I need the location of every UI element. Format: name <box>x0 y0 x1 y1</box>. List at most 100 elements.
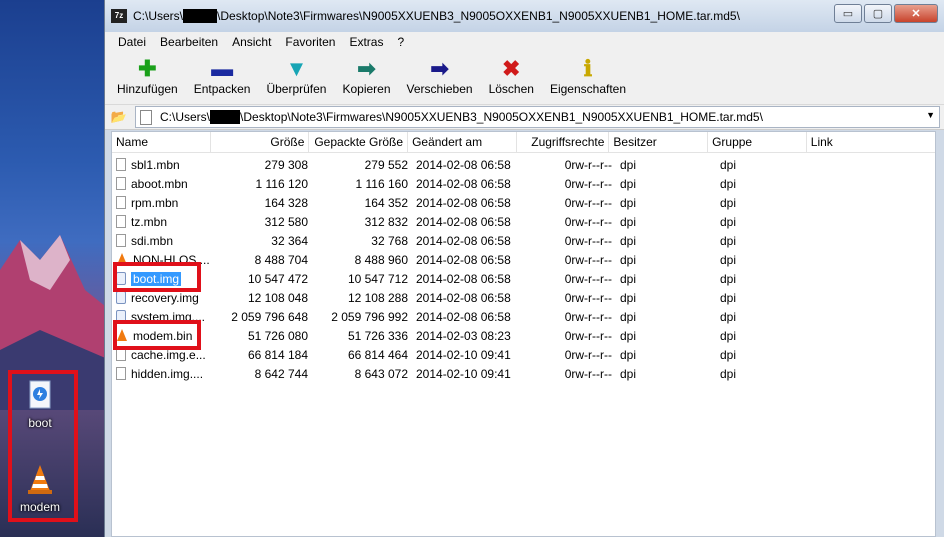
title-suffix: \Desktop\Note3\Firmwares\N9005XXUENB3_N9… <box>217 8 740 23</box>
column-attributes[interactable]: Zugriffsrechte <box>517 132 610 152</box>
file-size: 1 116 120 <box>255 176 309 191</box>
file-name: hidden.img.... <box>112 367 212 381</box>
delete-button[interactable]: ✖ Löschen <box>481 52 542 96</box>
file-name-text: hidden.img.... <box>131 366 204 381</box>
file-packed-size: 10 547 712 <box>347 271 408 286</box>
desktop-icon-boot[interactable]: boot <box>10 378 70 430</box>
file-attributes: 0rw-r--r-- <box>564 366 612 381</box>
file-rows: sbl1.mbn 279 308 279 552 2014-02-08 06:58 0r… <box>112 153 935 383</box>
move-button[interactable]: ➡ Verschieben <box>399 52 481 96</box>
table-row[interactable]: NON-HLOS.... 8 488 704 8 488 960 2014-02-08… <box>112 250 935 269</box>
7zip-window: 7z C:\Users\ \Desktop\Note3\Firmwares\N90… <box>104 0 944 537</box>
properties-button[interactable]: ℹ Eigenschaften <box>542 52 634 96</box>
minimize-button[interactable]: ▭ <box>834 4 862 23</box>
file-name-text: cache.img.e... <box>131 347 206 362</box>
file-packed-size: 51 726 336 <box>347 328 408 343</box>
file-packed-size: 279 552 <box>364 157 408 172</box>
redacted-username <box>210 110 241 124</box>
table-row[interactable]: sdi.mbn 32 364 32 768 2014-02-08 06:58 0rw-r… <box>112 231 935 250</box>
menu-extras[interactable]: Extras <box>342 35 390 49</box>
column-group[interactable]: Gruppe <box>708 132 807 152</box>
file-group: dpi <box>720 252 737 267</box>
file-owner: dpi <box>620 195 637 210</box>
file-packed-size: 1 116 160 <box>355 176 409 191</box>
column-size[interactable]: Größe <box>211 132 310 152</box>
maximize-button[interactable]: ▢ <box>864 4 892 23</box>
file-name-text: modem.bin <box>133 328 193 343</box>
add-button[interactable]: ✚ Hinzufügen <box>109 52 186 96</box>
table-row[interactable]: tz.mbn 312 580 312 832 2014-02-08 06:58 0rw-… <box>112 212 935 231</box>
file-size: 2 059 796 648 <box>231 309 308 324</box>
move-label: Verschieben <box>406 82 473 96</box>
extract-button[interactable]: ▬ Entpacken <box>186 52 259 96</box>
table-row[interactable]: aboot.mbn 1 116 120 1 116 160 2014-02-08 06… <box>112 174 935 193</box>
file-modified: 2014-02-08 06:58 <box>416 233 511 248</box>
table-row[interactable]: cache.img.e... 66 814 184 66 814 464 2014-0… <box>112 345 935 364</box>
file-modified: 2014-02-08 06:58 <box>416 290 511 305</box>
menu-ansicht[interactable]: Ansicht <box>225 35 278 49</box>
file-icon <box>140 109 152 125</box>
chevron-down-icon[interactable]: ▼ <box>926 110 935 120</box>
table-row[interactable]: modem.bin 51 726 080 51 726 336 2014-02-03 … <box>112 326 935 345</box>
move-arrow-icon: ➡ <box>430 56 449 81</box>
image-file-icon <box>116 310 126 323</box>
file-packed-size: 2 059 796 992 <box>331 309 408 324</box>
column-name[interactable]: Name <box>112 132 211 152</box>
file-size: 12 108 048 <box>247 290 308 305</box>
file-packed-size: 32 768 <box>371 233 408 248</box>
file-attributes: 0rw-r--r-- <box>564 214 612 229</box>
minus-icon: ▬ <box>211 56 234 81</box>
desktop-icon-modem[interactable]: modem <box>10 462 70 514</box>
file-name: cache.img.e... <box>112 348 212 362</box>
file-name: boot.img <box>112 271 212 286</box>
folder-up-icon[interactable]: 📂 <box>109 108 129 126</box>
copy-button[interactable]: ➡ Kopieren <box>334 52 398 96</box>
copy-label: Kopieren <box>342 82 391 96</box>
extract-label: Entpacken <box>193 82 251 96</box>
column-modified[interactable]: Geändert am <box>408 132 517 152</box>
file-name-text: sdi.mbn <box>131 233 174 248</box>
test-label: Überprüfen <box>266 82 327 96</box>
file-icon <box>116 158 126 171</box>
table-row[interactable]: rpm.mbn 164 328 164 352 2014-02-08 06:58 0rw… <box>112 193 935 212</box>
file-size: 312 580 <box>264 214 308 229</box>
address-suffix: \Desktop\Note3\Firmwares\N9005XXUENB3_N9… <box>240 110 763 124</box>
title-bar[interactable]: 7z C:\Users\ \Desktop\Note3\Firmwares\N90… <box>105 0 944 32</box>
file-size: 10 547 472 <box>247 271 308 286</box>
close-button[interactable]: ✕ <box>894 4 938 23</box>
vlc-cone-icon <box>23 462 57 496</box>
file-owner: dpi <box>620 366 637 381</box>
table-row[interactable]: system.img.... 2 059 796 648 2 059 796 992… <box>112 307 935 326</box>
menu-bearbeiten[interactable]: Bearbeiten <box>153 35 225 49</box>
file-size: 8 642 744 <box>254 366 308 381</box>
test-button[interactable]: ▼ Überprüfen <box>258 52 334 96</box>
table-row[interactable]: boot.img 10 547 472 10 547 712 2014-02-08 0… <box>112 269 935 288</box>
file-attributes: 0rw-r--r-- <box>564 252 612 267</box>
file-modified: 2014-02-10 09:41 <box>416 366 511 381</box>
file-owner: dpi <box>620 176 637 191</box>
menu-datei[interactable]: Datei <box>111 35 153 49</box>
column-link[interactable]: Link <box>807 132 935 152</box>
file-group: dpi <box>720 309 737 324</box>
file-owner: dpi <box>620 252 637 267</box>
table-row[interactable]: sbl1.mbn 279 308 279 552 2014-02-08 06:58 0r… <box>112 155 935 174</box>
file-name: aboot.mbn <box>112 177 212 191</box>
file-group: dpi <box>720 366 737 381</box>
table-row[interactable]: recovery.img 12 108 048 12 108 288 2014-02-… <box>112 288 935 307</box>
file-icon <box>116 196 126 209</box>
menu-favoriten[interactable]: Favoriten <box>278 35 342 49</box>
column-owner[interactable]: Besitzer <box>609 132 709 152</box>
file-name: NON-HLOS.... <box>112 253 212 267</box>
address-input[interactable]: C:\Users\ \Desktop\Note3\Firmwares\N9005X… <box>135 106 940 128</box>
menu-help[interactable]: ? <box>390 35 411 49</box>
file-name: rpm.mbn <box>112 196 212 210</box>
title-prefix: C:\Users\ <box>133 8 184 23</box>
file-owner: dpi <box>620 214 637 229</box>
file-name: modem.bin <box>112 329 212 343</box>
check-icon: ▼ <box>285 56 308 81</box>
toolbar: ✚ Hinzufügen ▬ Entpacken ▼ Überprüfen ➡ Kopi… <box>105 52 944 105</box>
file-attributes: 0rw-r--r-- <box>564 271 612 286</box>
column-packed-size[interactable]: Gepackte Größe <box>309 132 409 152</box>
table-row[interactable]: hidden.img.... 8 642 744 8 643 072 2014-02-… <box>112 364 935 383</box>
file-group: dpi <box>720 271 737 286</box>
